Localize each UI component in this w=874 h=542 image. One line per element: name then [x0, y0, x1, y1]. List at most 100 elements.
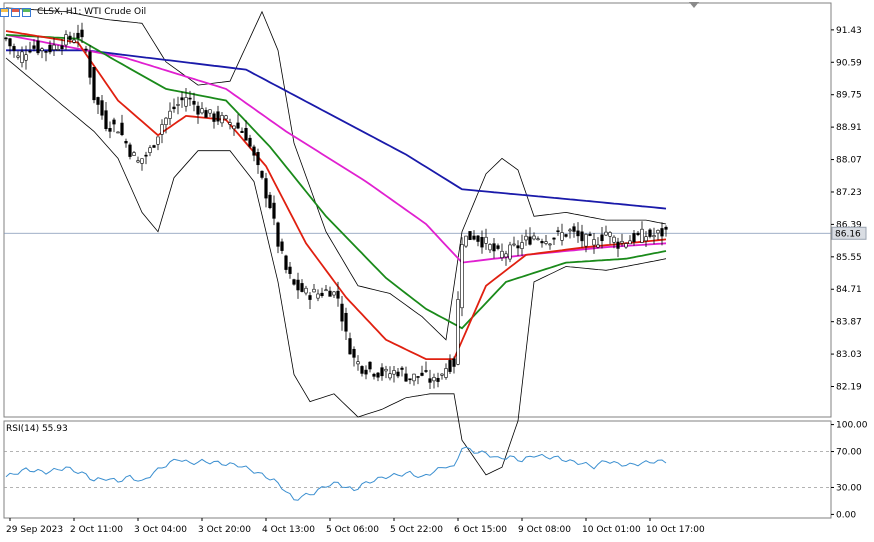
- candle-body: [396, 371, 400, 377]
- time-tick-label: 2 Oct 11:00: [70, 525, 123, 535]
- candle-body: [16, 55, 20, 58]
- candle-body: [184, 97, 188, 107]
- scroll-marker-icon[interactable]: [689, 2, 699, 8]
- candle-body: [424, 370, 428, 372]
- candle-body: [400, 367, 404, 370]
- time-tick-label: 5 Oct 06:00: [326, 525, 379, 535]
- candle-body: [584, 233, 588, 247]
- candle-body: [68, 35, 72, 40]
- candle-body: [648, 229, 652, 237]
- candle-body: [120, 122, 124, 136]
- candle-body: [608, 232, 612, 237]
- candle-body: [60, 45, 64, 50]
- candle-body: [596, 244, 600, 248]
- candle-body: [364, 369, 368, 375]
- candle-body: [268, 194, 272, 209]
- candle-body: [140, 158, 144, 164]
- candle-body: [156, 136, 160, 145]
- candle-body: [580, 231, 584, 242]
- candle-body: [292, 279, 296, 285]
- candle-body: [516, 245, 520, 249]
- candle-body: [472, 235, 476, 240]
- candle-body: [136, 160, 140, 163]
- candle-body: [380, 367, 384, 377]
- candle-body: [404, 373, 408, 382]
- candle-body: [476, 235, 480, 242]
- candle-body: [492, 243, 496, 252]
- candle-body: [664, 226, 668, 230]
- candle-body: [600, 234, 604, 242]
- candle-body: [324, 289, 328, 292]
- candle-body: [128, 144, 132, 157]
- chart-header: CLSX, H1: WTI Crude Oil: [0, 5, 146, 19]
- candle-body: [448, 360, 452, 372]
- chart-window-icon[interactable]: [11, 7, 20, 17]
- chart-window-icon[interactable]: [0, 7, 9, 17]
- price-tick-label: 84.71: [836, 285, 862, 295]
- candle-body: [444, 368, 448, 378]
- candle-body: [460, 244, 464, 309]
- candle-body: [388, 373, 392, 379]
- candle-body: [284, 255, 288, 270]
- time-tick-label: 4 Oct 13:00: [262, 525, 315, 535]
- candle-body: [504, 253, 508, 258]
- candle-body: [240, 130, 244, 133]
- candle-body: [620, 240, 624, 244]
- candle-body: [652, 235, 656, 238]
- candle-body: [496, 245, 500, 249]
- chart-window-icon[interactable]: [22, 7, 31, 17]
- candle-body: [288, 266, 292, 274]
- candle-body: [372, 373, 376, 377]
- candle-body: [80, 29, 84, 38]
- candle-body: [376, 372, 380, 378]
- candle-body: [88, 51, 92, 78]
- current-price-label: 86.16: [835, 229, 861, 239]
- candle-body: [628, 240, 632, 245]
- candle-body: [660, 228, 664, 237]
- price-tick-label: 90.59: [836, 58, 862, 68]
- candle-body: [168, 110, 172, 119]
- candle-body: [200, 108, 204, 114]
- candle-body: [440, 373, 444, 376]
- rsi-title: RSI(14) 55.93: [6, 424, 68, 434]
- candle-body: [52, 44, 56, 51]
- candle-body: [100, 100, 104, 116]
- candle-body: [484, 236, 488, 244]
- candle-body: [548, 243, 552, 246]
- chart-window: 91.43 90.59 89.75 88.91 88.07 87.23 86.39 85.55…: [0, 0, 874, 538]
- candle-body: [568, 229, 572, 232]
- time-tick-label: 3 Oct 20:00: [198, 525, 251, 535]
- time-tick-label: 6 Oct 15:00: [454, 525, 507, 535]
- candle-body: [624, 243, 628, 248]
- candle-body: [464, 235, 468, 247]
- candle-body: [656, 230, 660, 234]
- candle-body: [212, 113, 216, 122]
- candle-body: [276, 222, 280, 247]
- candle-body: [116, 131, 120, 134]
- candle-body: [556, 230, 560, 233]
- candle-body: [308, 295, 312, 300]
- candle-body: [592, 239, 596, 246]
- candle-body: [264, 178, 268, 199]
- candle-body: [228, 122, 232, 125]
- candle-body: [260, 170, 264, 178]
- rsi-tick-label: 0.00: [836, 510, 856, 520]
- chart-canvas: 91.4390.5989.7588.9188.0787.2386.3985.55…: [3, 2, 868, 535]
- candle-body: [480, 237, 484, 248]
- candle-body: [12, 46, 16, 51]
- rsi-tick-label: 30.00: [836, 483, 862, 493]
- candle-body: [84, 48, 88, 51]
- price-tick-label: 91.43: [836, 26, 862, 36]
- candle-body: [332, 291, 336, 296]
- candle-body: [40, 48, 44, 51]
- candle-body: [220, 115, 224, 124]
- candle-body: [572, 226, 576, 232]
- candle-body: [384, 368, 388, 372]
- candle-body: [192, 100, 196, 105]
- candle-body: [280, 241, 284, 251]
- candle-body: [564, 234, 568, 237]
- price-tick-label: 83.87: [836, 318, 862, 328]
- price-tick-label: 88.91: [836, 123, 862, 133]
- rsi-tick-label: 100.00: [836, 421, 868, 431]
- time-tick-label: 29 Sep 2023: [6, 525, 63, 535]
